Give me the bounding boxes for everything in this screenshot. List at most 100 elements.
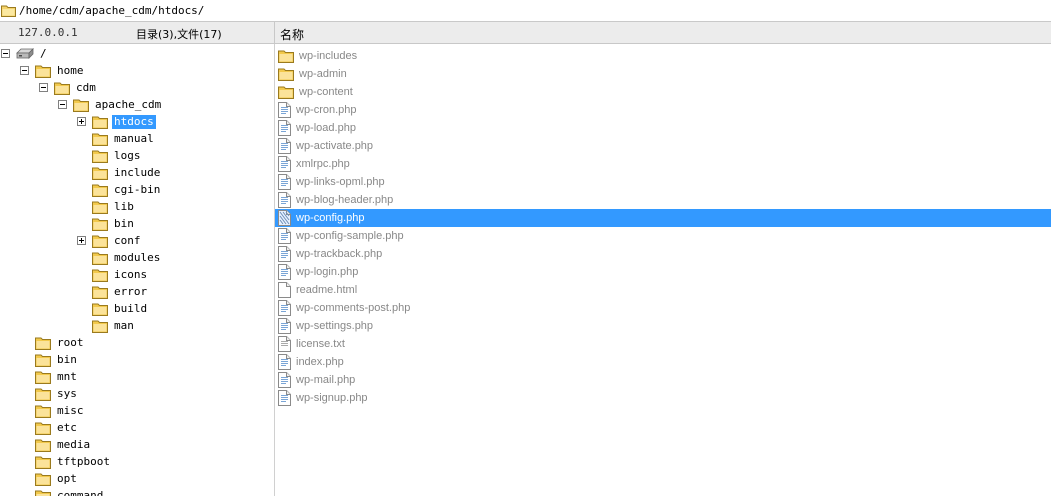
file-row[interactable]: wp-load.php	[275, 119, 1051, 137]
tree-item[interactable]: bin	[77, 215, 136, 232]
file-row[interactable]: wp-links-opml.php	[275, 173, 1051, 191]
file-icon	[278, 102, 291, 118]
file-name: wp-cron.php	[296, 104, 357, 116]
tree-item[interactable]: conf	[77, 232, 143, 249]
tree-item-label: logs	[114, 148, 141, 162]
tree-item[interactable]: icons	[77, 266, 149, 283]
tree-item[interactable]: logs	[77, 147, 143, 164]
file-row[interactable]: wp-settings.php	[275, 317, 1051, 335]
file-name: wp-admin	[299, 68, 347, 80]
tree-item[interactable]: etc	[20, 419, 79, 436]
tree-item[interactable]: opt	[20, 470, 79, 487]
folder-icon	[35, 489, 51, 496]
file-icon	[278, 120, 291, 136]
file-row[interactable]: license.txt	[275, 335, 1051, 353]
name-column-header[interactable]: 名称	[280, 26, 304, 43]
file-row[interactable]: readme.html	[275, 281, 1051, 299]
tree-item[interactable]: apache_cdm	[58, 96, 163, 113]
folder-icon	[35, 370, 51, 384]
file-row[interactable]: wp-content	[275, 83, 1051, 101]
folder-icon	[92, 132, 108, 146]
tree-item[interactable]: lib	[77, 198, 136, 215]
collapse-icon[interactable]	[58, 100, 67, 109]
expand-icon[interactable]	[77, 236, 86, 245]
tree-item[interactable]: /	[1, 45, 49, 62]
tree-item[interactable]: modules	[77, 249, 162, 266]
file-icon	[278, 246, 291, 262]
tree-item[interactable]: root	[20, 334, 86, 351]
collapse-icon[interactable]	[39, 83, 48, 92]
tree-item-label: cgi-bin	[114, 182, 161, 196]
folder-icon	[35, 421, 51, 435]
tree-item-label: misc	[57, 403, 84, 417]
folder-icon	[35, 64, 51, 78]
file-icon	[278, 282, 291, 298]
file-row[interactable]: wp-signup.php	[275, 389, 1051, 407]
file-row[interactable]: wp-login.php	[275, 263, 1051, 281]
file-row[interactable]: wp-includes	[275, 47, 1051, 65]
tree-item-label: manual	[114, 131, 154, 145]
file-row[interactable]: wp-admin	[275, 65, 1051, 83]
file-icon	[278, 138, 291, 154]
tree-item[interactable]: include	[77, 164, 162, 181]
tree-item[interactable]: command	[20, 487, 105, 496]
file-name: wp-includes	[299, 50, 358, 62]
file-row[interactable]: wp-config-sample.php	[275, 227, 1051, 245]
file-row[interactable]: wp-trackback.php	[275, 245, 1051, 263]
current-path[interactable]: /home/cdm/apache_cdm/htdocs/	[19, 4, 204, 17]
file-row[interactable]: wp-blog-header.php	[275, 191, 1051, 209]
file-icon	[278, 264, 291, 280]
collapse-icon[interactable]	[20, 66, 29, 75]
tree-item[interactable]: manual	[77, 130, 156, 147]
folder-icon	[92, 200, 108, 214]
tree-item[interactable]: media	[20, 436, 92, 453]
tree-item[interactable]: bin	[20, 351, 79, 368]
expand-icon[interactable]	[77, 117, 86, 126]
tree-item[interactable]: sys	[20, 385, 79, 402]
folder-icon	[35, 455, 51, 469]
file-name: wp-trackback.php	[296, 248, 383, 260]
file-row[interactable]: index.php	[275, 353, 1051, 371]
file-row[interactable]: wp-mail.php	[275, 371, 1051, 389]
tree-item-label: conf	[114, 233, 141, 247]
folder-icon	[92, 234, 108, 248]
file-icon	[278, 300, 291, 316]
file-row[interactable]: wp-comments-post.php	[275, 299, 1051, 317]
tree-item-label: /	[40, 46, 47, 60]
folder-icon	[35, 353, 51, 367]
file-name: wp-login.php	[296, 266, 359, 278]
tree-item[interactable]: htdocs	[77, 113, 156, 130]
file-row[interactable]: wp-config.php	[275, 209, 1051, 227]
folder-icon	[92, 149, 108, 163]
file-row[interactable]: xmlrpc.php	[275, 155, 1051, 173]
file-icon	[278, 354, 291, 370]
collapse-icon[interactable]	[1, 49, 10, 58]
file-row[interactable]: wp-activate.php	[275, 137, 1051, 155]
file-name: wp-comments-post.php	[296, 302, 411, 314]
path-bar: /home/cdm/apache_cdm/htdocs/	[0, 0, 1051, 22]
header-divider[interactable]	[274, 22, 275, 44]
folder-icon	[92, 183, 108, 197]
folder-icon	[1, 4, 16, 20]
directory-tree[interactable]: / home cdm apache_cdm htdocs manual logs includ…	[0, 44, 274, 496]
file-name: wp-content	[299, 86, 353, 98]
tree-item[interactable]: tftpboot	[20, 453, 112, 470]
tree-item[interactable]: misc	[20, 402, 86, 419]
tree-item-label: modules	[114, 250, 161, 264]
file-list[interactable]: wp-includes wp-admin wp-content wp-cron.php…	[275, 44, 1051, 496]
tree-item-label: cdm	[76, 80, 96, 94]
tree-item[interactable]: man	[77, 317, 136, 334]
tree-item[interactable]: cdm	[39, 79, 98, 96]
file-icon	[278, 156, 291, 172]
tree-item[interactable]: home	[20, 62, 86, 79]
tree-item[interactable]: cgi-bin	[77, 181, 162, 198]
tree-item[interactable]: build	[77, 300, 149, 317]
tree-item-label: opt	[57, 471, 77, 485]
tree-item-label: command	[57, 488, 104, 496]
file-icon	[278, 210, 291, 226]
tree-item[interactable]: error	[77, 283, 149, 300]
file-row[interactable]: wp-cron.php	[275, 101, 1051, 119]
file-name: wp-activate.php	[296, 140, 374, 152]
file-name: wp-blog-header.php	[296, 194, 394, 206]
tree-item[interactable]: mnt	[20, 368, 79, 385]
